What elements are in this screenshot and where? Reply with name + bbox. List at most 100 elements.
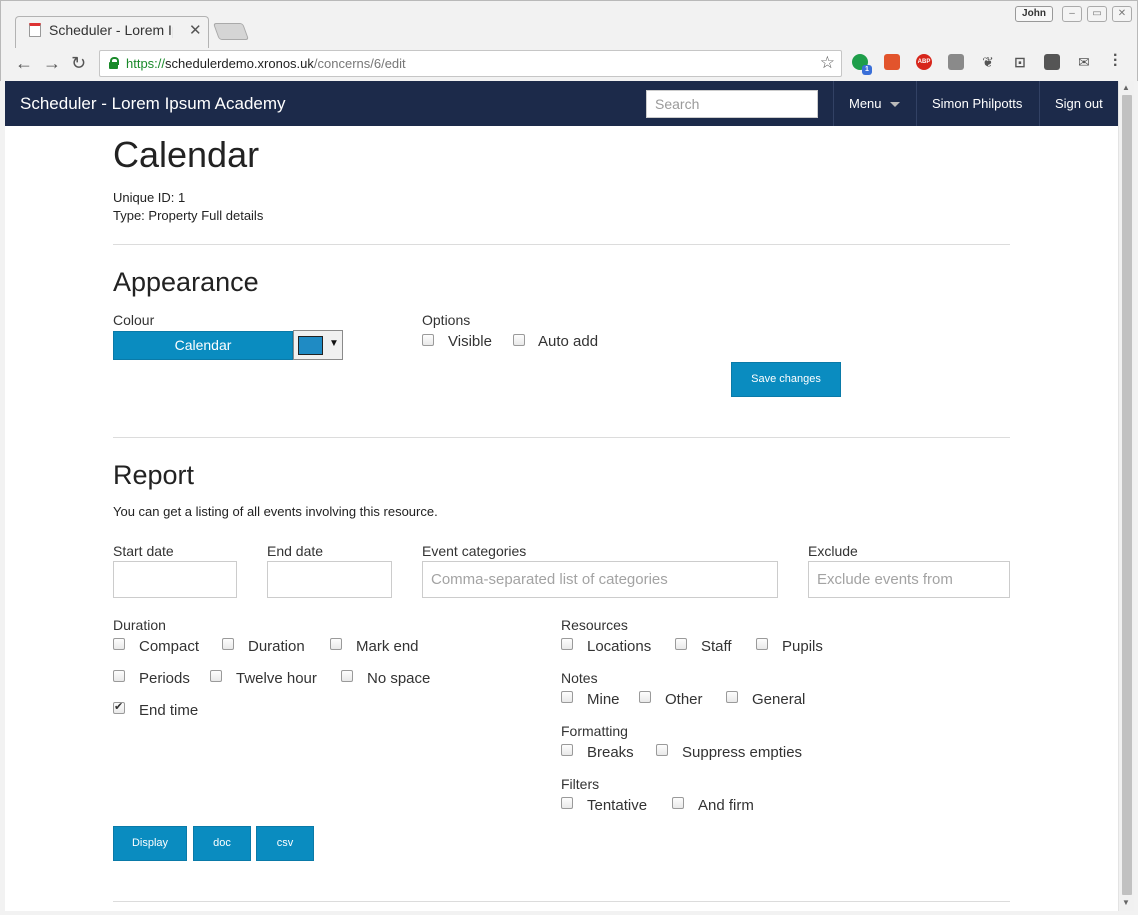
scrollbar-thumb[interactable] bbox=[1122, 95, 1132, 895]
suppress-empties-checkbox[interactable] bbox=[656, 744, 668, 756]
page-title: Calendar bbox=[113, 134, 260, 175]
general-checkbox[interactable] bbox=[726, 691, 738, 703]
pupils-label: Pupils bbox=[782, 638, 823, 655]
compact-checkbox[interactable] bbox=[113, 638, 125, 650]
scroll-up-icon[interactable]: ▲ bbox=[1122, 83, 1130, 92]
colour-swatch bbox=[298, 336, 323, 355]
page-viewport: Scheduler - Lorem Ipsum Academy Menu Sim… bbox=[5, 81, 1118, 911]
extension-mail-icon[interactable]: ✉ bbox=[1076, 54, 1092, 70]
scroll-down-icon[interactable]: ▼ bbox=[1122, 898, 1130, 907]
type-row: Type: Property Full details bbox=[113, 208, 264, 223]
colour-picker[interactable]: ▼ bbox=[293, 330, 343, 360]
profile-button[interactable]: John bbox=[1015, 6, 1053, 22]
search-input[interactable] bbox=[646, 90, 818, 118]
end-date-label: End date bbox=[267, 543, 324, 559]
tentative-checkbox[interactable] bbox=[561, 797, 573, 809]
exclude-input[interactable] bbox=[808, 561, 1010, 598]
other-checkbox[interactable] bbox=[639, 691, 651, 703]
periods-checkbox[interactable] bbox=[113, 670, 125, 682]
event-categories-label: Event categories bbox=[422, 543, 527, 559]
unique-id-value: 1 bbox=[178, 190, 186, 205]
unique-id-row: Unique ID: 1 bbox=[113, 190, 186, 205]
and-firm-label: And firm bbox=[698, 797, 754, 814]
full-details-link[interactable]: Full details bbox=[201, 208, 263, 223]
colour-calendar-button[interactable]: Calendar bbox=[113, 331, 293, 360]
no-space-label: No space bbox=[367, 670, 431, 687]
display-button[interactable]: Display bbox=[113, 826, 187, 861]
duration-option-label: Duration bbox=[248, 638, 305, 655]
extension-leaf-icon[interactable]: ❦ bbox=[980, 54, 996, 70]
app-brand[interactable]: Scheduler - Lorem Ipsum Academy bbox=[20, 94, 286, 114]
filters-label: Filters bbox=[561, 776, 600, 792]
start-date-input[interactable] bbox=[113, 561, 237, 598]
twelve-hour-checkbox[interactable] bbox=[210, 670, 222, 682]
browser-chrome: Scheduler - Lorem Ipsum Academy ✕ John –… bbox=[0, 0, 1138, 81]
auto-add-checkbox[interactable] bbox=[513, 334, 525, 346]
no-space-checkbox[interactable] bbox=[341, 670, 353, 682]
csv-button[interactable]: csv bbox=[256, 826, 314, 861]
tab-close-icon[interactable]: ✕ bbox=[189, 21, 202, 39]
duration-checkbox[interactable] bbox=[222, 638, 234, 650]
menu-dropdown[interactable]: Menu bbox=[833, 81, 917, 126]
mine-label: Mine bbox=[587, 691, 620, 708]
save-changes-button[interactable]: Save changes bbox=[731, 362, 841, 397]
locations-label: Locations bbox=[587, 638, 652, 655]
end-date-input[interactable] bbox=[267, 561, 392, 598]
suppress-empties-label: Suppress empties bbox=[682, 744, 803, 761]
staff-checkbox[interactable] bbox=[675, 638, 687, 650]
close-window-icon[interactable]: ✕ bbox=[1112, 6, 1132, 22]
user-name-link[interactable]: Simon Philpotts bbox=[916, 81, 1040, 126]
notes-label: Notes bbox=[561, 670, 598, 686]
periods-label: Periods bbox=[139, 670, 190, 687]
start-date-label: Start date bbox=[113, 543, 174, 559]
pupils-checkbox[interactable] bbox=[756, 638, 768, 650]
visible-label: Visible bbox=[448, 333, 492, 350]
type-value: Property bbox=[148, 208, 198, 223]
bookmark-star-icon[interactable]: ☆ bbox=[820, 53, 835, 73]
twelve-hour-label: Twelve hour bbox=[236, 670, 317, 687]
back-arrow-icon[interactable]: ← bbox=[15, 53, 33, 74]
mark-end-label: Mark end bbox=[356, 638, 419, 655]
scrollbar[interactable]: ▲ ▼ bbox=[1118, 81, 1134, 911]
secure-lock-icon bbox=[109, 57, 119, 69]
forward-arrow-icon[interactable]: → bbox=[43, 53, 61, 74]
breaks-checkbox[interactable] bbox=[561, 744, 573, 756]
event-categories-input[interactable] bbox=[422, 561, 778, 598]
minimize-icon[interactable]: – bbox=[1062, 6, 1082, 22]
extension-building-icon[interactable] bbox=[948, 54, 964, 70]
visible-checkbox[interactable] bbox=[422, 334, 434, 346]
locations-checkbox[interactable] bbox=[561, 638, 573, 650]
staff-label: Staff bbox=[701, 638, 732, 655]
divider bbox=[113, 437, 1010, 438]
colour-label: Colour bbox=[113, 312, 155, 328]
adblock-icon[interactable]: ABP bbox=[916, 54, 932, 70]
resources-label: Resources bbox=[561, 617, 628, 633]
menu-label: Menu bbox=[849, 96, 882, 111]
auto-add-label: Auto add bbox=[538, 333, 599, 350]
duration-label: Duration bbox=[113, 617, 166, 633]
end-time-checkbox[interactable] bbox=[113, 700, 125, 714]
cast-icon[interactable]: ⊡ bbox=[1012, 54, 1028, 70]
and-firm-checkbox[interactable] bbox=[672, 797, 684, 809]
browser-menu-icon[interactable]: · · · bbox=[1113, 48, 1119, 74]
mark-end-checkbox[interactable] bbox=[330, 638, 342, 650]
extension-red-icon[interactable] bbox=[884, 54, 900, 70]
reload-icon[interactable]: ↻ bbox=[71, 53, 86, 74]
extension-bulb-icon[interactable] bbox=[1044, 54, 1060, 70]
end-time-label: End time bbox=[139, 702, 199, 719]
exclude-label: Exclude bbox=[808, 543, 858, 559]
dropdown-arrow-icon: ▼ bbox=[329, 338, 339, 349]
doc-button[interactable]: doc bbox=[193, 826, 251, 861]
extension-badge: 1 bbox=[862, 65, 872, 75]
tab-title: Scheduler - Lorem Ipsum Academy bbox=[49, 22, 173, 38]
mine-checkbox[interactable] bbox=[561, 691, 573, 703]
maximize-icon[interactable]: ▭ bbox=[1087, 6, 1107, 22]
report-description: You can get a listing of all events invo… bbox=[113, 504, 438, 519]
address-bar[interactable]: https://schedulerdemo.xronos.uk/concerns… bbox=[99, 50, 842, 77]
tentative-label: Tentative bbox=[587, 797, 648, 814]
calendar-favicon-icon bbox=[29, 23, 41, 37]
sign-out-link[interactable]: Sign out bbox=[1039, 81, 1118, 126]
compact-label: Compact bbox=[139, 638, 200, 655]
app-navbar: Scheduler - Lorem Ipsum Academy Menu Sim… bbox=[5, 81, 1118, 126]
new-tab-button[interactable] bbox=[212, 23, 250, 40]
